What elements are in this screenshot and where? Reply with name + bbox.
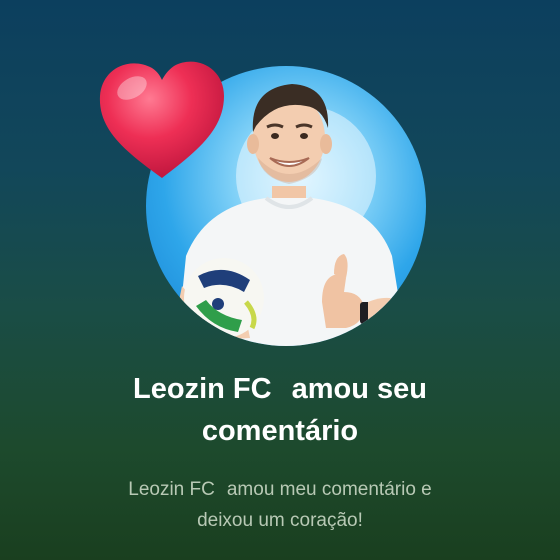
subtext-user-name: Leozin FC [128,479,215,500]
subtext-line1: amou meu comentário e [226,479,432,500]
heart-icon [96,54,228,182]
headline-user-name[interactable]: Leozin FC [133,373,272,405]
headline-action: amou seu [291,373,427,405]
headline-object: comentário [201,415,359,447]
notification-headline: Leozin FC amou seu comentário [40,368,520,452]
notification-card: Leozin FC amou seu comentário Leozin FC am… [0,0,560,560]
notification-subtext: Leozin FC amou meu comentário e deixou um… [60,474,500,536]
subtext-line2: deixou um coração! [197,510,363,531]
